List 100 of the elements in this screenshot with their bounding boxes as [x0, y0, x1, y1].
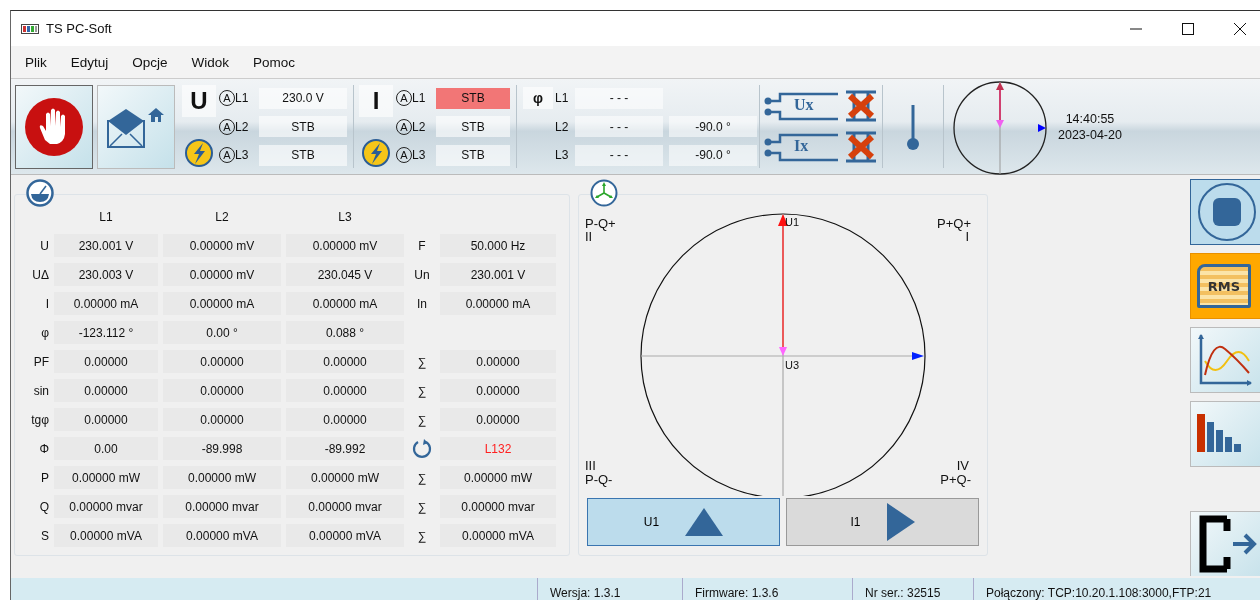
phase-label: L1 — [412, 91, 427, 105]
table-cell: 230.001 V — [440, 263, 556, 286]
clock-time: 14:40:55 — [1065, 111, 1115, 126]
quadrant-number: IV — [956, 458, 969, 473]
clock-date: 2023-04-20 — [1058, 127, 1122, 142]
row-label: P — [40, 469, 49, 487]
table-cell: 0.00000 mV — [163, 263, 281, 286]
vector-label: U1 — [785, 216, 800, 228]
menu-item[interactable]: Edytuj — [70, 54, 109, 70]
menu-item[interactable]: Pomoc — [253, 54, 296, 70]
quadrant-number: I — [965, 229, 969, 244]
waveform-button[interactable] — [1190, 327, 1260, 393]
stop-button[interactable] — [15, 85, 93, 169]
reading-field: STB — [436, 87, 510, 109]
table-cell: 0.00000 mA — [440, 292, 556, 315]
vector-select-button[interactable]: I1 — [786, 498, 979, 546]
table-cell: -123.112 ° — [54, 321, 158, 344]
row-label: I — [44, 295, 49, 313]
angle-field: -90.0 ° — [669, 116, 757, 137]
table-cell: 0.00000 — [440, 379, 556, 402]
mail-home-button[interactable] — [97, 85, 175, 169]
reading-field: - - - — [575, 87, 663, 109]
menu-item[interactable]: Widok — [191, 54, 230, 70]
table-cell: 0.00000 mA — [54, 292, 158, 315]
reading-field: STB — [259, 144, 347, 166]
close-icon[interactable] — [1234, 22, 1246, 35]
reading-field: - - - — [575, 116, 663, 137]
row-label: S — [40, 527, 49, 545]
row-label: In — [416, 295, 428, 313]
column-header: L3 — [337, 208, 353, 226]
maximize-icon[interactable] — [1182, 22, 1194, 35]
meter-gauge-icon[interactable] — [26, 179, 54, 207]
rms-button[interactable]: RMS — [1190, 253, 1260, 319]
table-cell: 0.00000 mV — [163, 234, 281, 257]
phasor-diagram-icon[interactable] — [590, 179, 618, 207]
vector-arrowhead — [779, 347, 787, 356]
reading-field: 230.0 V — [259, 87, 347, 109]
row-label: φ — [40, 324, 49, 342]
input-terminal: Ix — [764, 132, 840, 163]
table-cell: 0.00000 mA — [163, 292, 281, 315]
harmonics-button[interactable] — [1190, 401, 1260, 467]
phase-label: L3 — [235, 148, 250, 162]
row-label: ∑ — [416, 353, 428, 371]
thermometer-icon[interactable] — [905, 102, 921, 151]
stop-hand-icon — [23, 96, 85, 158]
lightning-icon[interactable] — [361, 138, 391, 168]
app-icon — [21, 23, 39, 34]
vector-arrowhead — [912, 352, 924, 360]
table-cell: 0.00000 — [286, 379, 404, 402]
table-cell: -89.998 — [163, 437, 281, 460]
row-label: sin — [32, 382, 49, 400]
table-cell: 0.00000 — [163, 408, 281, 431]
table-cell: 0.00000 mvar — [440, 495, 556, 518]
table-cell: 0.00000 — [54, 408, 158, 431]
menu-item[interactable]: Plik — [25, 54, 47, 70]
row-label: Φ — [38, 440, 49, 458]
input-terminal: Ux — [764, 90, 840, 121]
table-cell: 0.00000 — [440, 350, 556, 373]
record-button[interactable] — [1190, 179, 1260, 245]
quadrant-label: P+Q- — [940, 472, 971, 487]
phase-label: L2 — [235, 119, 250, 134]
table-cell: 0.00000 mW — [286, 466, 404, 489]
status-item: Firmware: 1.3.6 — [682, 578, 852, 600]
menu-item[interactable]: Opcje — [132, 54, 168, 70]
rms-document-icon: RMS — [1197, 264, 1251, 308]
row-label: Un — [413, 266, 431, 284]
table-cell: 0.088 ° — [286, 321, 404, 344]
table-cell: 0.00000 — [286, 350, 404, 373]
table-cell: 0.00000 mVA — [163, 524, 281, 547]
quadrant-number: III — [585, 458, 596, 473]
quantity-symbol: φ — [523, 87, 553, 109]
triangle-right-icon — [886, 503, 915, 541]
row-label: ∑ — [416, 382, 428, 400]
table-cell: 0.00000 — [163, 350, 281, 373]
table-cell: 0.00000 mvar — [163, 495, 281, 518]
table-cell: 0.00000 mvar — [54, 495, 158, 518]
row-label: Q — [38, 498, 49, 516]
reading-field: STB — [436, 144, 510, 166]
lightning-icon[interactable] — [184, 138, 214, 168]
vector-select-button[interactable]: U1 — [587, 498, 780, 546]
phase-label: L1 — [555, 91, 570, 105]
quantity-symbol: I — [359, 85, 393, 117]
quadrant-number: II — [585, 229, 593, 244]
exit-button[interactable] — [1190, 511, 1260, 576]
row-label: UΔ — [31, 266, 49, 284]
row-label: U — [39, 237, 49, 255]
phase-label: L2 — [412, 119, 427, 134]
status-item: Nr ser.: 32515 — [852, 578, 973, 600]
row-label: ∑ — [416, 411, 428, 429]
row-label: F — [417, 237, 427, 255]
stop-circle-icon — [1197, 182, 1257, 242]
table-cell: 0.00000 mV — [286, 234, 404, 257]
window-title: TS PC-Soft — [46, 21, 112, 36]
triangle-up-icon — [685, 508, 724, 536]
status-item: Wersja: 1.3.1 — [537, 578, 682, 600]
table-cell: 0.00000 mW — [163, 466, 281, 489]
vector-label: U3 — [785, 359, 800, 371]
table-cell: 0.00000 — [163, 379, 281, 402]
row-label: PF — [32, 353, 49, 371]
rotation-icon — [411, 437, 433, 460]
